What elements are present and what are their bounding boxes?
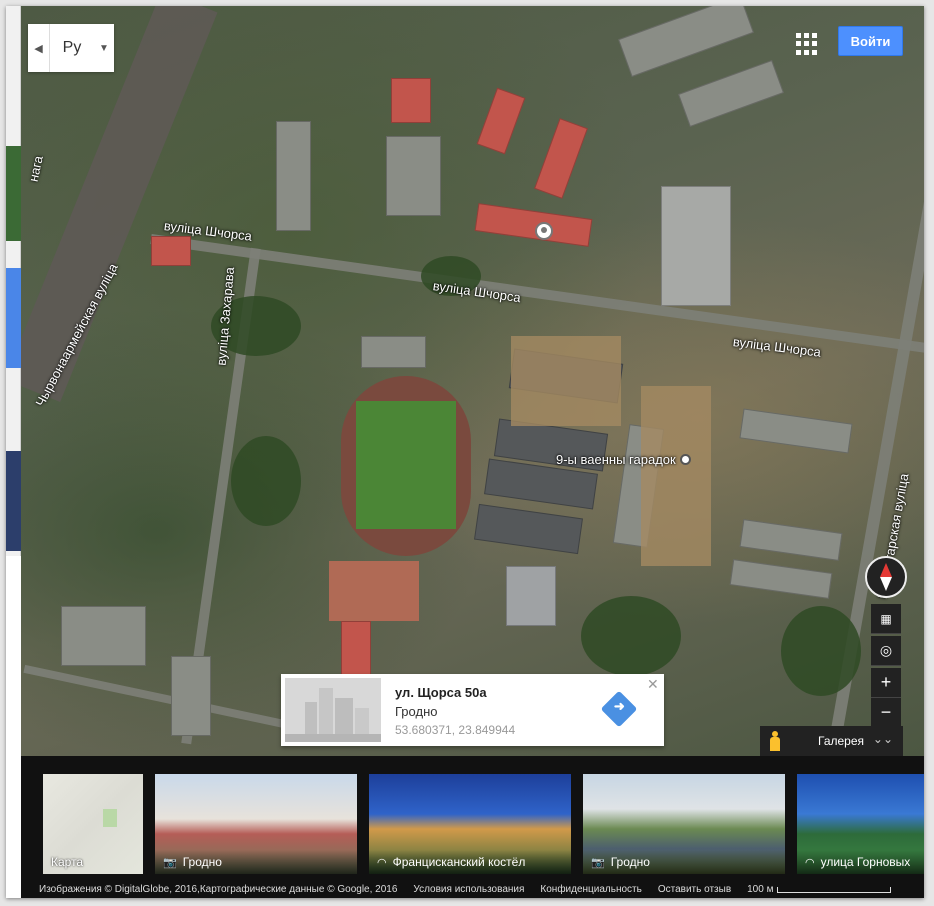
gallery-item-panorama[interactable]: ◠ улица Горновых [797, 774, 924, 874]
building [171, 656, 211, 736]
gallery-item-label: Карта [51, 855, 84, 869]
login-button[interactable]: Войти [838, 26, 903, 56]
gallery-item-photo[interactable]: 📷 Гродно [583, 774, 785, 874]
gallery-item-panorama[interactable]: ◠ Францисканский костёл [369, 774, 571, 874]
building [474, 503, 583, 555]
gallery-toggle-button[interactable]: Галерея ⌄⌄ [790, 726, 903, 756]
place-thumbnail[interactable] [285, 678, 381, 742]
left-sidebar-strip [6, 6, 21, 556]
gallery-caption: Карта [43, 850, 143, 874]
privacy-link[interactable]: Конфиденциальность [540, 884, 641, 895]
street-label: вуліца Шчорса [732, 334, 822, 360]
language-value[interactable]: Ру [50, 24, 94, 72]
location-pin-icon[interactable] [535, 222, 553, 240]
tree-cluster [231, 436, 301, 526]
compass-icon[interactable] [865, 556, 907, 598]
building [739, 519, 843, 561]
caret-down-icon[interactable]: ▼ [94, 24, 114, 72]
place-city: Гродно [395, 704, 438, 719]
directions-icon[interactable]: ➜ [600, 690, 638, 728]
building [534, 118, 588, 199]
tree-cluster [581, 596, 681, 676]
gallery-caption: ◠ улица Горновых [797, 850, 924, 874]
building [361, 336, 426, 368]
gallery-caption: 📷 Гродно [583, 850, 785, 874]
zoom-in-button[interactable]: + [871, 668, 901, 698]
gallery-caption: ◠ Францисканский костёл [369, 850, 571, 874]
building [729, 559, 833, 599]
browser-frame: вуліца Шчорса вуліца Шчорса вуліца Шчорс… [6, 6, 924, 898]
building [474, 203, 593, 247]
building [661, 186, 731, 306]
pegman-button[interactable] [760, 726, 790, 756]
sidebar-blue-panel [6, 268, 21, 368]
poi-icon[interactable] [680, 454, 691, 465]
language-selector[interactable]: ◀ Ру ▼ [28, 24, 114, 72]
scale-label[interactable]: 100 м [747, 884, 773, 895]
building [506, 566, 556, 626]
construction-area [641, 386, 711, 566]
grid-icon[interactable]: ▦ [871, 604, 901, 634]
building [341, 621, 371, 676]
gallery-label: Галерея [818, 734, 865, 748]
place-coordinates: 53.680371, 23.849944 [395, 723, 516, 737]
building [678, 59, 784, 128]
street-label: нага [25, 154, 46, 184]
feedback-link[interactable]: Оставить отзыв [658, 884, 731, 895]
place-card[interactable]: ул. Щорса 50а Гродно 53.680371, 23.84994… [281, 674, 664, 746]
sidebar-photo [6, 451, 21, 551]
scale-bar [777, 886, 892, 893]
panorama-icon: ◠ [805, 856, 815, 869]
panorama-icon: ◠ [377, 856, 387, 869]
building [61, 606, 146, 666]
chevron-left-icon[interactable]: ◀ [28, 24, 50, 72]
zoom-out-button[interactable]: − [871, 698, 901, 728]
gallery-item-photo[interactable]: 📷 Гродно [155, 774, 357, 874]
map-footer: Изображения © DigitalGlobe, 2016,Картогр… [21, 881, 924, 898]
building [739, 408, 853, 454]
satellite-map[interactable]: вуліца Шчорса вуліца Шчорса вуліца Шчорс… [21, 6, 924, 756]
gallery-item-label: улица Горновых [820, 855, 911, 869]
camera-icon: 📷 [163, 856, 177, 869]
gallery-item-label: Францисканский костёл [392, 855, 526, 869]
double-chevron-down-icon[interactable]: ⌄⌄ [873, 732, 893, 746]
sidebar-photo [6, 146, 21, 241]
camera-icon: 📷 [591, 856, 605, 869]
building [618, 6, 754, 78]
tree-cluster [781, 606, 861, 696]
stadium-field [356, 401, 456, 529]
poi-label[interactable]: 9-ы ваенны гарадок [556, 452, 676, 467]
construction-area [511, 336, 621, 426]
building [386, 136, 441, 216]
gallery-strip: Карта 📷 Гродно ◠ Францисканский костёл 📷 Гр… [21, 756, 924, 881]
my-location-icon[interactable]: ◎ [871, 636, 901, 666]
place-title: ул. Щорса 50а [395, 685, 487, 700]
gallery-caption: 📷 Гродно [155, 850, 357, 874]
gallery-item-map[interactable]: Карта [43, 774, 143, 874]
building [476, 87, 526, 155]
building [391, 78, 431, 123]
building [276, 121, 311, 231]
tennis-courts [329, 561, 419, 621]
building [151, 236, 191, 266]
terms-link[interactable]: Условия использования [413, 884, 524, 895]
apps-grid-icon[interactable] [796, 33, 818, 55]
close-icon[interactable]: ✕ [647, 676, 659, 693]
map-park-shape [103, 809, 117, 827]
pegman-icon[interactable] [770, 731, 780, 751]
gallery-item-label: Гродно [610, 855, 650, 869]
gallery-item-label: Гродно [182, 855, 222, 869]
imagery-attribution: Изображения © DigitalGlobe, 2016,Картогр… [39, 884, 398, 895]
